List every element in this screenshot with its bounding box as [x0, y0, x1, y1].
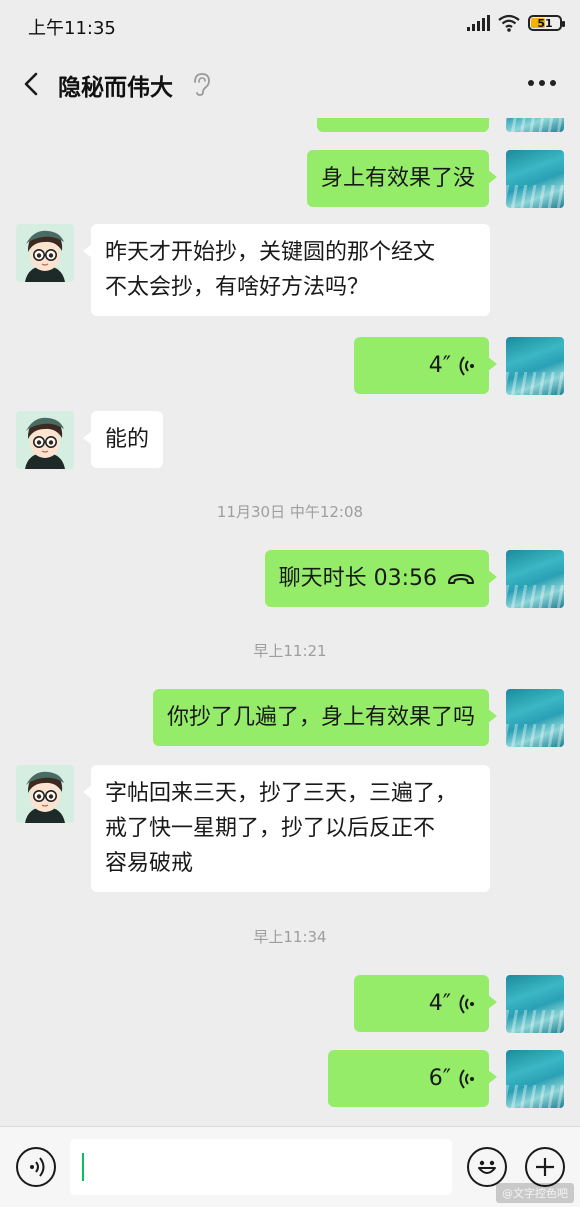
status-bar: 上午11:35 51 — [0, 0, 580, 50]
voice-duration: 4″ — [428, 991, 451, 1016]
call-duration-label: 聊天时长 03:56 — [278, 566, 437, 591]
message-text: 昨天才开始抄，关键圆的那个经文 — [105, 240, 436, 265]
voice-wave-icon — [459, 355, 474, 376]
contact-avatar[interactable] — [16, 224, 74, 282]
emoji-button[interactable] — [467, 1147, 507, 1187]
message-bubble[interactable]: 身上有效果了没 — [306, 150, 498, 207]
message-partial — [0, 118, 580, 132]
emoji-icon — [478, 1160, 496, 1174]
chat-messages[interactable]: 身上有效果了没 昨天才开始抄，关键圆的那个经文 不太会抄，有啥好方法吗？ 4″ … — [0, 118, 580, 1126]
message-bubble[interactable] — [317, 118, 489, 132]
chat-title: 隐秘而伟大 — [58, 75, 173, 101]
voice-message-bubble[interactable]: 4″ — [354, 337, 497, 394]
wifi-icon — [498, 14, 520, 32]
my-avatar[interactable] — [506, 975, 564, 1033]
message-text: 字帖回来三天，抄了三天，三遍了， — [105, 781, 458, 806]
my-avatar[interactable] — [506, 150, 564, 208]
back-chevron-icon[interactable] — [16, 68, 48, 100]
chat-header: 隐秘而伟大 — [0, 50, 580, 118]
plus-icon — [536, 1158, 554, 1176]
my-avatar[interactable] — [506, 550, 564, 608]
boy-avatar-icon — [16, 224, 74, 282]
voice-message-bubble[interactable]: 4″ — [354, 975, 497, 1032]
message-text: 你抄了几遍了，身上有效果了吗 — [166, 705, 475, 730]
more-dots-icon[interactable] — [528, 80, 556, 86]
message-bubble[interactable]: 能的 — [82, 411, 164, 468]
message-bubble[interactable]: 你抄了几遍了，身上有效果了吗 — [152, 689, 498, 746]
message-text: 容易破戒 — [105, 851, 194, 876]
my-avatar[interactable] — [506, 337, 564, 395]
boy-avatar-icon — [16, 765, 74, 823]
voice-message-bubble[interactable]: 6″ — [328, 1050, 497, 1107]
battery-level: 51 — [537, 16, 553, 30]
boy-avatar-icon — [16, 411, 74, 469]
text-caret — [82, 1153, 84, 1181]
signal-icon — [467, 15, 490, 31]
ear-icon — [194, 73, 210, 96]
message-text: 戒了快一星期了，抄了以后反正不 — [105, 816, 436, 841]
call-record-bubble[interactable]: 聊天时长 03:56 — [264, 550, 498, 607]
voice-input-button[interactable] — [16, 1147, 56, 1187]
timestamp: 早上11:21 — [253, 642, 327, 660]
phone-hangup-icon — [448, 573, 474, 584]
voice-duration: 6″ — [428, 1066, 451, 1091]
my-avatar[interactable] — [506, 689, 564, 747]
watermark: @文字控色吧 — [496, 1183, 574, 1203]
timestamp: 早上11:34 — [253, 928, 327, 946]
battery-icon: 51 — [528, 15, 565, 31]
contact-avatar[interactable] — [16, 765, 74, 823]
status-icons: 51 — [467, 14, 565, 32]
voice-wave-icon — [459, 1068, 474, 1089]
voice-input-icon — [30, 1157, 45, 1177]
message-text: 身上有效果了没 — [320, 166, 475, 191]
message-input[interactable] — [70, 1139, 452, 1195]
voice-wave-icon — [459, 993, 474, 1014]
message-bubble[interactable]: 字帖回来三天，抄了三天，三遍了， 戒了快一星期了，抄了以后反正不 容易破戒 — [83, 765, 490, 892]
contact-avatar[interactable] — [16, 411, 74, 469]
message-bubble[interactable]: 昨天才开始抄，关键圆的那个经文 不太会抄，有啥好方法吗？ — [83, 224, 490, 316]
input-bar: @文字控色吧 — [0, 1126, 580, 1207]
add-button[interactable] — [525, 1147, 565, 1187]
message-text: 不太会抄，有啥好方法吗？ — [105, 275, 370, 300]
message-text: 能的 — [105, 427, 150, 452]
voice-duration: 4″ — [428, 353, 451, 378]
status-time: 上午11:35 — [28, 18, 116, 39]
my-avatar[interactable] — [506, 1050, 564, 1108]
my-avatar[interactable] — [506, 118, 564, 132]
timestamp: 11月30日 中午12:08 — [216, 503, 364, 521]
